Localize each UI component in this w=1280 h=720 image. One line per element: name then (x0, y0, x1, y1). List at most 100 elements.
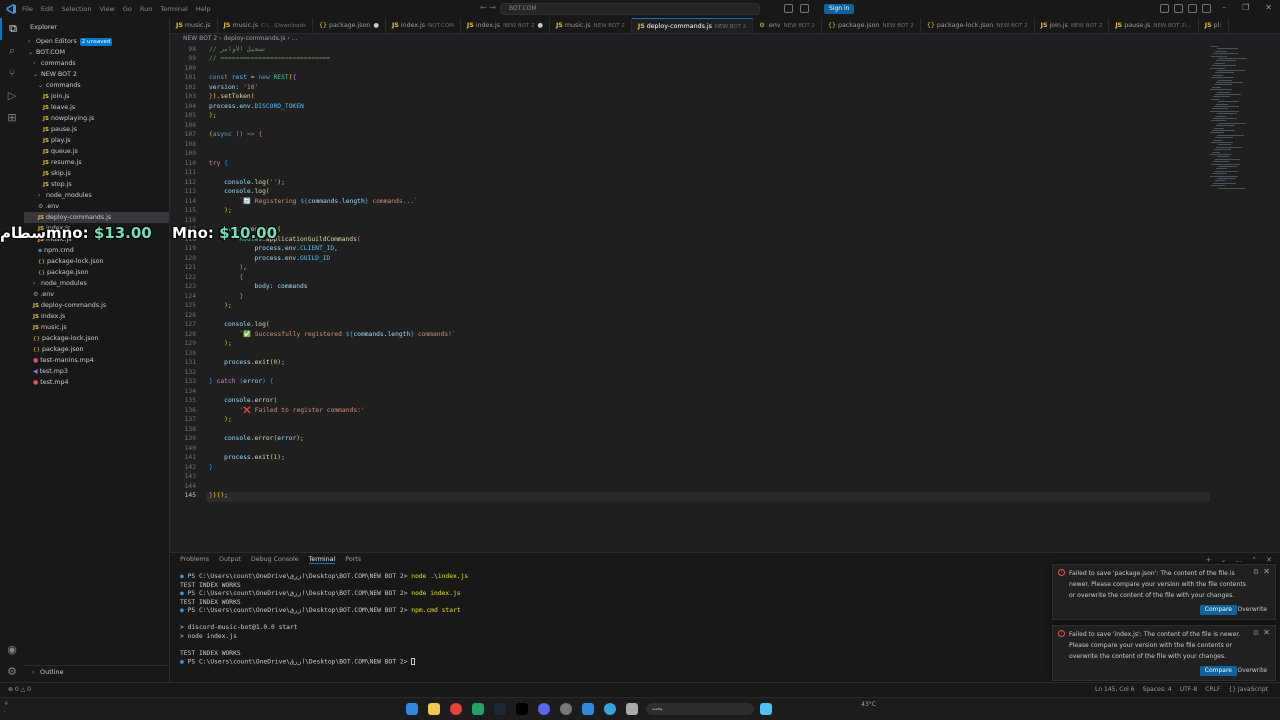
editor-tab[interactable]: JS index.js NOT.COM (386, 18, 461, 33)
minimap[interactable] (1210, 44, 1250, 244)
unsaved-dot-icon[interactable]: ● (373, 22, 379, 29)
editor-tab[interactable]: JS music.js C:\...\Downloads (218, 18, 313, 33)
tree-folder[interactable]: › node_modules (24, 190, 169, 201)
tree-file[interactable]: JS skip.js (24, 168, 169, 179)
editor-tab[interactable]: JS join.js NEW BOT 2 (1035, 18, 1110, 33)
command-decoration-icon[interactable]: ● (180, 590, 188, 597)
editor-tab[interactable]: JS deploy-commands.js NEW BOT 2 (631, 18, 754, 33)
tree-file[interactable]: ▪ npm.cmd (24, 245, 169, 256)
chat-icon[interactable] (800, 4, 809, 13)
panel-tab-problems[interactable]: Problems (180, 556, 209, 564)
menu-item-go[interactable]: Go (123, 5, 132, 13)
toggle-panel-icon[interactable] (1174, 4, 1183, 13)
extensions-icon[interactable]: ⊞ (0, 106, 24, 128)
chrome-taskbar-icon[interactable] (450, 703, 462, 715)
panel-tab-ports[interactable]: Ports (345, 556, 361, 564)
tree-file[interactable]: {} package.json (24, 267, 169, 278)
overwrite-button[interactable]: Overwrite (1233, 666, 1271, 676)
menu-item-file[interactable]: File (22, 5, 33, 13)
tree-file[interactable]: JS deploy-commands.js (24, 212, 169, 223)
app2-taskbar-icon[interactable] (582, 703, 594, 715)
toggle-sidebar-icon[interactable] (1160, 4, 1169, 13)
tree-folder[interactable]: ⌄ commands (24, 80, 169, 91)
manage-gear-icon[interactable]: ⚙ (0, 660, 24, 682)
panel-tab-debug-console[interactable]: Debug Console (251, 556, 299, 564)
compare-button[interactable]: Compare (1199, 605, 1237, 615)
copilot-icon[interactable] (784, 4, 793, 13)
tree-file[interactable]: JS play.js (24, 135, 169, 146)
close-icon[interactable]: ✕ (1265, 3, 1272, 12)
problems-status[interactable]: ⊗ 0 △ 0 (8, 686, 31, 693)
status-item[interactable]: {} JavaScript (1228, 686, 1268, 693)
editor-tab[interactable]: {} package-lock.json NEW BOT 2 (921, 18, 1035, 33)
steam-taskbar-icon[interactable] (494, 703, 506, 715)
tree-file[interactable]: JS pause.js (24, 124, 169, 135)
menu-item-run[interactable]: Run (140, 5, 152, 13)
code-editor[interactable]: 98 // تسجيل الأوامر 99 // =================… (170, 44, 1280, 552)
tree-file[interactable]: ⚙ .env (24, 201, 169, 212)
new-terminal-icon[interactable]: + (1206, 556, 1212, 564)
weather-widget[interactable]: ☼ · (4, 700, 8, 716)
command-decoration-icon[interactable]: ● (180, 607, 188, 614)
breadcrumb-item[interactable]: NEW BOT 2 (183, 35, 217, 42)
status-item[interactable]: Spaces: 4 (1143, 686, 1172, 693)
notification-gear-icon[interactable]: ⚙ (1253, 629, 1259, 637)
layout-icon[interactable] (1202, 4, 1211, 13)
tree-file[interactable]: JS deploy-commands.js (24, 300, 169, 311)
compare-button[interactable]: Compare (1199, 666, 1237, 676)
editor-tab[interactable]: JS index.js NEW BOT 2 ● (461, 18, 550, 33)
editor-tab[interactable]: {} package.json NEW BOT 2 (822, 18, 921, 33)
open-editors-section[interactable]: › Open Editors 2 unsaved (24, 36, 169, 47)
notification-close-icon[interactable]: ✕ (1263, 628, 1270, 637)
status-item[interactable]: UTF-8 (1180, 686, 1198, 693)
account-icon[interactable]: ◉ (0, 638, 24, 660)
tree-file[interactable]: ● test.mp4 (24, 377, 169, 388)
editor-tab[interactable]: JS music.js NEW BOT 2 (550, 18, 632, 33)
notification-gear-icon[interactable]: ⚙ (1253, 568, 1259, 576)
menu-item-edit[interactable]: Edit (41, 5, 54, 13)
nav-arrows-icon[interactable]: ← → (480, 3, 496, 12)
system-tray[interactable]: 43°C (861, 701, 876, 708)
edge-taskbar-icon[interactable] (604, 703, 616, 715)
tree-file[interactable]: JS index.js (24, 311, 169, 322)
menu-item-selection[interactable]: Selection (61, 5, 91, 13)
app3-taskbar-icon[interactable] (626, 703, 638, 715)
tree-folder[interactable]: ⌄ NEW BOT 2 (24, 69, 169, 80)
tree-file[interactable]: ● test-manins.mp4 (24, 355, 169, 366)
taskbar-search[interactable]: بحث (646, 703, 754, 715)
notification-close-icon[interactable]: ✕ (1263, 567, 1270, 576)
status-item[interactable]: CRLF (1205, 686, 1220, 693)
tree-folder[interactable]: › node_modules (24, 278, 169, 289)
unsaved-dot-icon[interactable]: ● (537, 22, 543, 29)
overwrite-button[interactable]: Overwrite (1233, 605, 1271, 615)
file-explorer-taskbar-icon[interactable] (428, 703, 440, 715)
menu-item-view[interactable]: View (99, 5, 114, 13)
tree-file[interactable]: {} package-lock.json (24, 256, 169, 267)
app-taskbar-icon[interactable] (472, 703, 484, 715)
breadcrumb-item[interactable]: ... (292, 35, 298, 42)
run-debug-icon[interactable]: ▷ (0, 84, 24, 106)
menu-item-terminal[interactable]: Terminal (160, 5, 187, 13)
maximize-icon[interactable]: ❐ (1242, 3, 1249, 12)
editor-tab[interactable]: JS music.js (170, 18, 218, 33)
outline-section[interactable]: › Outline (24, 665, 170, 677)
tree-file[interactable]: JS resume.js (24, 157, 169, 168)
terminal-dropdown-icon[interactable]: ⌄ (1220, 556, 1226, 564)
tree-file[interactable]: JS leave.js (24, 102, 169, 113)
minimize-icon[interactable]: – (1222, 3, 1226, 12)
tree-file[interactable]: ⚙ .env (24, 289, 169, 300)
command-decoration-icon[interactable]: ● (180, 659, 188, 666)
vscode-taskbar-icon[interactable] (406, 703, 418, 715)
editor-tab[interactable]: JS pause.js NEW BOT 2\... (1109, 18, 1199, 33)
panel-tab-terminal[interactable]: Terminal (308, 556, 336, 564)
tree-file[interactable]: JS music.js (24, 322, 169, 333)
tree-file[interactable]: JS join.js (24, 91, 169, 102)
editor-tab[interactable]: {} package.json ● (313, 18, 386, 33)
command-center-search[interactable]: BOT.COM (500, 3, 760, 15)
panel-tab-output[interactable]: Output (219, 556, 241, 564)
tree-file[interactable]: JS stop.js (24, 179, 169, 190)
more-actions-icon[interactable]: … (1235, 556, 1242, 564)
toggle-secondary-sidebar-icon[interactable] (1188, 4, 1197, 13)
terminal-cursor[interactable] (411, 658, 416, 665)
status-item[interactable]: Ln 145, Col 6 (1095, 686, 1135, 693)
